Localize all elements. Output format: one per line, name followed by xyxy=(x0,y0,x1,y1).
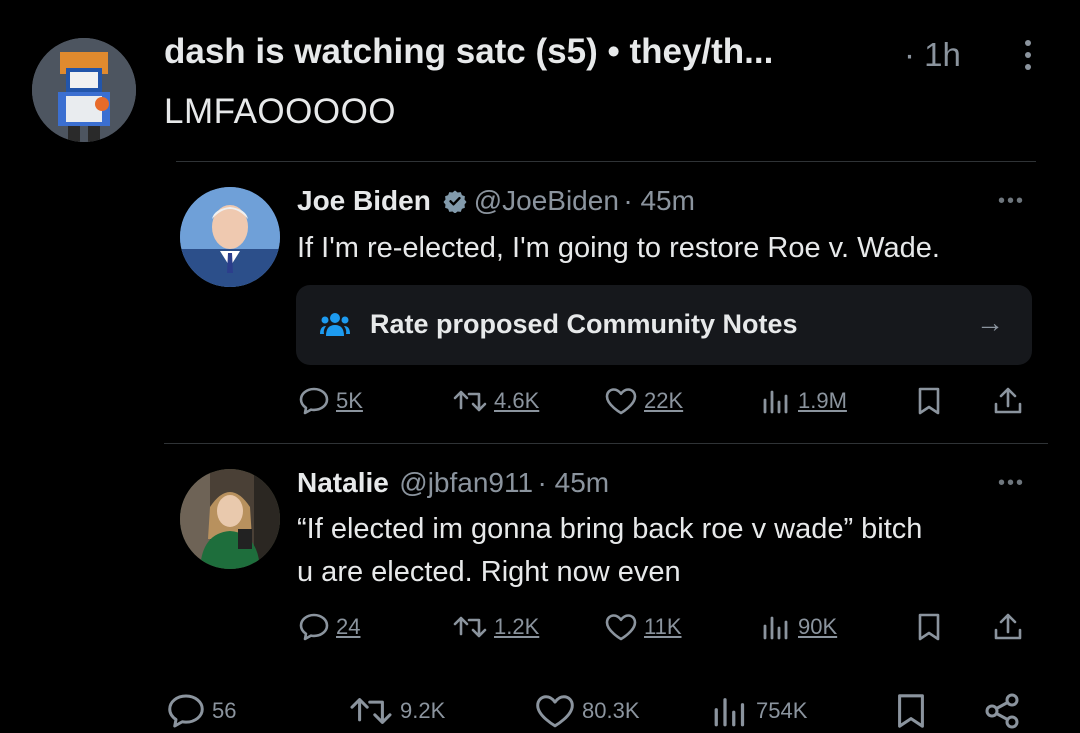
quoted-post-header: Joe Biden @JoeBiden · 45m xyxy=(297,185,695,217)
share-button[interactable] xyxy=(982,692,1022,730)
views-icon xyxy=(714,698,745,727)
bookmark-icon xyxy=(918,387,940,415)
community-notes-button[interactable]: Rate proposed Community Notes → xyxy=(296,285,1032,365)
like-count: 11K xyxy=(644,614,682,639)
like-button[interactable]: 11K xyxy=(604,612,682,642)
verified-badge-icon xyxy=(443,190,467,213)
divider xyxy=(176,161,1036,162)
outer-author-name[interactable]: dash is watching satc (s5) • they/th... xyxy=(164,32,773,72)
views-button[interactable]: 90K xyxy=(760,612,837,642)
bookmark-icon xyxy=(898,694,924,728)
reply-author-avatar[interactable] xyxy=(180,469,280,569)
reply-post-text-line2: u are elected. Right now even xyxy=(297,556,681,588)
views-count: 1.9M xyxy=(798,388,847,413)
bookmark-icon xyxy=(918,613,940,641)
outer-post-text: LMFAOOOOO xyxy=(164,92,397,131)
quoted-post-text: If I'm re-elected, I'm going to restore … xyxy=(297,232,940,264)
share-nodes-icon xyxy=(985,693,1019,729)
more-options-icon[interactable]: ••• xyxy=(998,190,1025,213)
views-button[interactable]: 754K xyxy=(710,692,807,730)
comment-icon xyxy=(299,387,329,415)
like-button[interactable]: 22K xyxy=(604,386,683,416)
quoted-author-handle[interactable]: @JoeBiden xyxy=(474,185,619,216)
outer-author-avatar[interactable] xyxy=(32,38,136,142)
share-button[interactable] xyxy=(992,386,1024,416)
bookmark-button[interactable] xyxy=(914,386,944,416)
repost-count: 9.2K xyxy=(400,698,446,723)
repost-icon xyxy=(453,390,487,412)
reply-button[interactable]: 24 xyxy=(298,612,360,642)
repost-count: 4.6K xyxy=(494,388,540,413)
divider xyxy=(164,443,1048,444)
views-count: 754K xyxy=(756,698,808,723)
community-notes-label: Rate proposed Community Notes xyxy=(370,309,798,339)
reply-count: 24 xyxy=(336,614,361,639)
reply-button[interactable]: 5K xyxy=(298,386,363,416)
heart-icon xyxy=(605,614,637,641)
views-icon xyxy=(763,390,788,414)
comment-icon xyxy=(168,694,204,728)
arrow-right-icon: → xyxy=(976,307,1004,338)
repost-button[interactable]: 9.2K xyxy=(348,692,445,730)
quoted-author-name[interactable]: Joe Biden xyxy=(297,185,431,216)
repost-count: 1.2K xyxy=(494,614,540,639)
views-count: 90K xyxy=(798,614,838,639)
repost-icon xyxy=(453,616,487,638)
reply-count: 5K xyxy=(336,388,363,413)
repost-icon xyxy=(350,698,392,724)
repost-button[interactable]: 1.2K xyxy=(452,612,539,642)
comment-icon xyxy=(299,613,329,641)
reply-post-text-line1: “If elected im gonna bring back roe v wa… xyxy=(297,513,923,545)
views-button[interactable]: 1.9M xyxy=(760,386,847,416)
views-icon xyxy=(763,616,788,640)
like-button[interactable]: 80.3K xyxy=(534,692,640,730)
outer-post-time: · 1h xyxy=(904,36,961,73)
reply-post-header: Natalie @jbfan911 · 45m xyxy=(297,467,609,499)
reply-button[interactable]: 56 xyxy=(166,692,236,730)
reply-post-time: · 45m xyxy=(537,467,610,498)
share-icon xyxy=(994,613,1022,640)
share-icon xyxy=(994,387,1022,414)
repost-button[interactable]: 4.6K xyxy=(452,386,539,416)
like-count: 22K xyxy=(644,388,684,413)
share-button[interactable] xyxy=(992,612,1024,642)
reply-author-handle[interactable]: @jbfan911 xyxy=(399,467,533,498)
heart-icon xyxy=(605,388,637,415)
like-count: 80.3K xyxy=(582,698,640,723)
people-icon xyxy=(320,313,350,336)
heart-icon xyxy=(536,695,574,728)
more-options-icon[interactable]: ••• xyxy=(998,472,1025,495)
more-options-icon[interactable] xyxy=(1018,40,1038,80)
bookmark-button[interactable] xyxy=(914,612,944,642)
reply-author-name[interactable]: Natalie xyxy=(297,467,389,498)
reply-count: 56 xyxy=(212,698,237,723)
bookmark-button[interactable] xyxy=(892,692,930,730)
quoted-author-avatar[interactable] xyxy=(180,187,280,287)
quoted-post-time: · 45m xyxy=(623,185,695,216)
